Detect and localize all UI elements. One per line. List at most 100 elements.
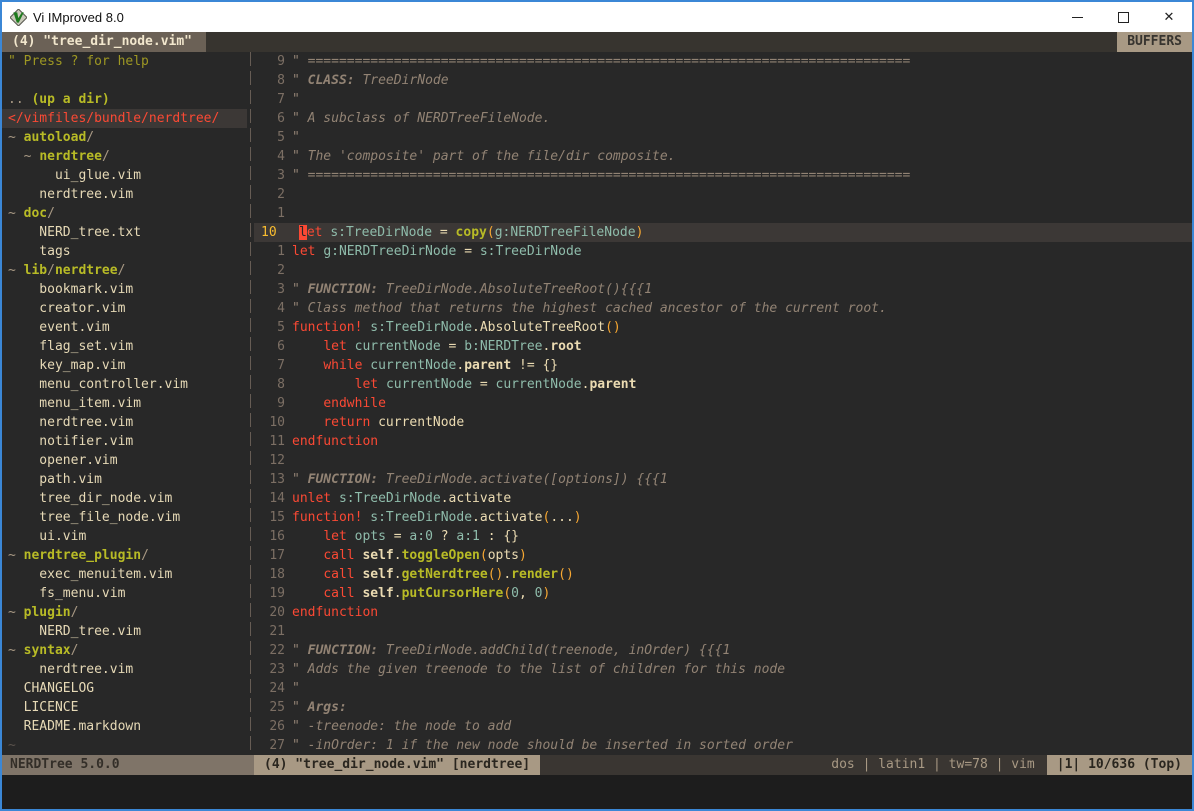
code-line[interactable]: 18 call self.getNerdtree().render() (254, 565, 1192, 584)
code-line[interactable]: 2 (254, 185, 1192, 204)
token: LICENCE (8, 700, 78, 715)
tree-item[interactable]: ~ nerdtree_plugin/ (2, 546, 247, 565)
token: CHANGELOG (8, 681, 94, 696)
tree-item[interactable]: ~ (2, 736, 247, 755)
statusline-spacer (540, 755, 819, 775)
token (292, 377, 355, 392)
code-line[interactable]: 24" (254, 679, 1192, 698)
code-line[interactable]: 16 let opts = a:0 ? a:1 : {} (254, 527, 1192, 546)
tree-root-item[interactable]: </vimfiles/bundle/nerdtree/ (2, 109, 247, 128)
token: menu_item.vim (8, 396, 141, 411)
token: creator.vim (8, 301, 125, 316)
code-line[interactable]: 1let g:NERDTreeDirNode = s:TreeDirNode (254, 242, 1192, 261)
token: . (394, 586, 402, 601)
token: et (307, 225, 323, 240)
code-line[interactable]: 1 (254, 204, 1192, 223)
code-line[interactable]: 19 call self.putCursorHere(0, 0) (254, 584, 1192, 603)
tree-item[interactable]: ui.vim (2, 527, 247, 546)
code-line[interactable]: 2 (254, 261, 1192, 280)
code-line[interactable]: 13" FUNCTION: TreeDirNode.activate([opti… (254, 470, 1192, 489)
tree-item[interactable]: event.vim (2, 318, 247, 337)
minimize-button[interactable] (1054, 2, 1100, 32)
tree-item[interactable]: ~ nerdtree/ (2, 147, 247, 166)
code-line[interactable]: 7" (254, 90, 1192, 109)
tree-item[interactable]: opener.vim (2, 451, 247, 470)
command-line[interactable] (2, 775, 1192, 809)
code-line[interactable]: 15function! s:TreeDirNode.activate(...) (254, 508, 1192, 527)
token (292, 586, 323, 601)
tree-item[interactable]: menu_controller.vim (2, 375, 247, 394)
close-button[interactable]: ✕ (1146, 2, 1192, 32)
tree-item[interactable]: .. (up a dir) (2, 90, 247, 109)
tree-item[interactable]: ~ autoload/ (2, 128, 247, 147)
tree-item[interactable]: exec_menuitem.vim (2, 565, 247, 584)
code-line[interactable]: 26" -treenode: the node to add (254, 717, 1192, 736)
tree-item[interactable]: ~ plugin/ (2, 603, 247, 622)
tree-item[interactable]: " Press ? for help (2, 52, 247, 71)
code-line[interactable]: 8" CLASS: TreeDirNode (254, 71, 1192, 90)
code-line[interactable]: 21 (254, 622, 1192, 641)
window-title: Vi IMproved 8.0 (33, 10, 124, 25)
tree-item[interactable]: ~ syntax/ (2, 641, 247, 660)
tree-item[interactable]: path.vim (2, 470, 247, 489)
code-line[interactable]: 12 (254, 451, 1192, 470)
line-number: 9 (254, 52, 292, 71)
code-line[interactable]: 14unlet s:TreeDirNode.activate (254, 489, 1192, 508)
code-line[interactable]: 3" FUNCTION: TreeDirNode.AbsoluteTreeRoo… (254, 280, 1192, 299)
code-line[interactable]: 10 return currentNode (254, 413, 1192, 432)
code-line[interactable]: 4" The 'composite' part of the file/dir … (254, 147, 1192, 166)
tree-item[interactable]: creator.vim (2, 299, 247, 318)
tree-item[interactable]: ui_glue.vim (2, 166, 247, 185)
tree-item[interactable]: ~ doc/ (2, 204, 247, 223)
tree-item[interactable]: CHANGELOG (2, 679, 247, 698)
tree-item[interactable]: tree_file_node.vim (2, 508, 247, 527)
tree-item[interactable]: nerdtree.vim (2, 185, 247, 204)
code-line[interactable]: 9 endwhile (254, 394, 1192, 413)
tree-item[interactable]: nerdtree.vim (2, 660, 247, 679)
code-line[interactable]: 11endfunction (254, 432, 1192, 451)
tree-item[interactable]: tree_dir_node.vim (2, 489, 247, 508)
code-line[interactable]: 20endfunction (254, 603, 1192, 622)
code-line[interactable]: 17 call self.toggleOpen(opts) (254, 546, 1192, 565)
line-number: 25 (254, 698, 292, 717)
tree-item[interactable]: flag_set.vim (2, 337, 247, 356)
tab-tree-dir-node[interactable]: (4) "tree_dir_node.vim" (2, 32, 206, 52)
code-line[interactable]: 25" Args: (254, 698, 1192, 717)
tree-item[interactable]: notifier.vim (2, 432, 247, 451)
code-line[interactable]: 23" Adds the given treenode to the list … (254, 660, 1192, 679)
code-line-current[interactable]: 10let s:TreeDirNode = copy(g:NERDTreeFil… (254, 223, 1192, 242)
code-line[interactable]: 3" =====================================… (254, 166, 1192, 185)
tree-item[interactable]: key_map.vim (2, 356, 247, 375)
tree-item[interactable] (2, 71, 247, 90)
code-line[interactable]: 5function! s:TreeDirNode.AbsoluteTreeRoo… (254, 318, 1192, 337)
tree-item[interactable]: LICENCE (2, 698, 247, 717)
token (292, 396, 323, 411)
code-line[interactable]: 6" A subclass of NERDTreeFileNode. (254, 109, 1192, 128)
token: / (102, 149, 110, 164)
tree-item[interactable]: NERD_tree.txt (2, 223, 247, 242)
code-line[interactable]: 4" Class method that returns the highest… (254, 299, 1192, 318)
code-line[interactable]: 22" FUNCTION: TreeDirNode.addChild(treen… (254, 641, 1192, 660)
token: parent (464, 358, 511, 373)
code-line[interactable]: 8 let currentNode = currentNode.parent (254, 375, 1192, 394)
tree-item[interactable]: menu_item.vim (2, 394, 247, 413)
tree-item[interactable]: NERD_tree.vim (2, 622, 247, 641)
tree-item[interactable]: fs_menu.vim (2, 584, 247, 603)
tree-item[interactable]: tags (2, 242, 247, 261)
code-line[interactable]: 9" =====================================… (254, 52, 1192, 71)
code-line[interactable]: 27" -inOrder: 1 if the new node should b… (254, 736, 1192, 755)
maximize-button[interactable] (1100, 2, 1146, 32)
tree-item[interactable]: nerdtree.vim (2, 413, 247, 432)
window-separator[interactable] (247, 52, 254, 755)
line-number: 3 (254, 166, 292, 185)
tree-item[interactable]: bookmark.vim (2, 280, 247, 299)
code-line[interactable]: 7 while currentNode.parent != {} (254, 356, 1192, 375)
code-line[interactable]: 5" (254, 128, 1192, 147)
tree-item[interactable]: README.markdown (2, 717, 247, 736)
tree-item[interactable]: ~ lib/nerdtree/ (2, 261, 247, 280)
status-bar: NERDTree 5.0.0 (4) "tree_dir_node.vim" [… (2, 755, 1192, 775)
token: NERD_tree.vim (8, 624, 141, 639)
code-line[interactable]: 6 let currentNode = b:NERDTree.root (254, 337, 1192, 356)
buffers-label: BUFFERS (1117, 32, 1192, 52)
token: .activate (441, 491, 511, 506)
